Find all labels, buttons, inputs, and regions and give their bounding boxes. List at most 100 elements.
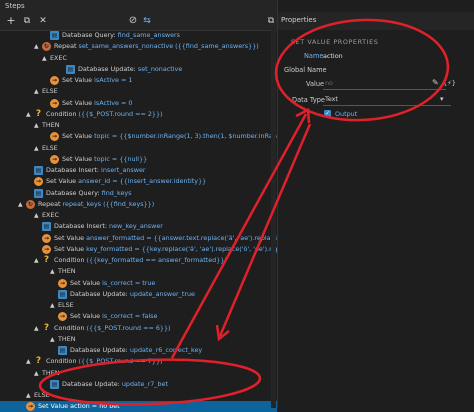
database-icon: ▤ xyxy=(50,379,59,389)
steps-toolbar: + ⧉ ✕ ⊘ ⇆ xyxy=(0,12,277,31)
step-row[interactable]: ▤ Database Update: update_r7_bet xyxy=(0,379,277,390)
step-row[interactable]: ▲ ELSE xyxy=(0,143,277,154)
step-row[interactable]: → Set Value answer_formatted = {{answer.t… xyxy=(0,233,342,244)
step-row[interactable]: ▤ Database Query: find_same_answers xyxy=(0,30,277,41)
step-row[interactable]: ▲? Condition ({{$_POST.round == 6}}) xyxy=(0,323,277,334)
expand-toggle-icon[interactable]: ▲ xyxy=(50,334,56,345)
expand-toggle-icon[interactable]: ▲ xyxy=(50,300,56,311)
step-row[interactable]: ▲? Condition ({{key_formatted == answer_f… xyxy=(0,255,277,266)
set-value-icon: → xyxy=(58,312,67,322)
step-row[interactable]: ▲ EXEC xyxy=(0,210,277,221)
step-row[interactable]: ▤ Database Update: set_nonactive xyxy=(0,64,277,75)
step-type: Set Value xyxy=(70,278,103,287)
condition-icon: ? xyxy=(43,322,50,333)
expand-toggle-icon[interactable]: ▲ xyxy=(26,356,32,367)
step-row[interactable]: ▲ ELSE xyxy=(0,300,277,311)
step-row[interactable]: ▲ THEN xyxy=(0,120,277,131)
step-row[interactable]: ▲ THEN xyxy=(0,266,277,277)
expand-toggle-icon[interactable]: ▲ xyxy=(26,390,32,401)
set-value-icon: → xyxy=(34,177,43,187)
toggle-step-button[interactable]: ⇆ xyxy=(140,14,154,28)
step-type: Database Insert: xyxy=(54,222,110,231)
step-detail: update_r7_bet xyxy=(121,379,168,388)
add-step-button[interactable]: + xyxy=(4,14,18,28)
step-row[interactable]: → Set Value topic = {{$number.inRange(1, … xyxy=(0,131,346,142)
expand-toggle-icon[interactable]: ▲ xyxy=(34,210,40,221)
steps-scrollbar[interactable] xyxy=(271,30,276,408)
step-row[interactable]: ▲ ELSE xyxy=(0,86,277,97)
expand-toggle-icon[interactable]: ▲ xyxy=(34,323,40,334)
expand-toggle-icon[interactable]: ▲ xyxy=(26,109,32,120)
set-value-icon: → xyxy=(50,98,59,108)
expand-toggle-icon[interactable]: ▲ xyxy=(34,368,40,379)
step-row[interactable]: ▲ THEN xyxy=(0,368,277,379)
step-detail: answer_id = {{insert_answer.identity}} xyxy=(78,177,207,186)
step-row[interactable]: ▤ Database Query: find_keys xyxy=(0,188,277,199)
step-type: THEN xyxy=(42,368,60,377)
database-icon: ▤ xyxy=(34,166,43,175)
dynamic-data-icon[interactable]: {⚡} xyxy=(443,79,456,87)
delete-step-button[interactable]: ✕ xyxy=(36,14,50,28)
step-label: Set Value isActive = 1 xyxy=(62,75,132,86)
expand-toggle-icon[interactable]: ▲ xyxy=(18,199,24,210)
step-label: Database Insert: insert_answer xyxy=(46,165,146,176)
step-row[interactable]: ▲ EXEC xyxy=(0,53,277,64)
set-value-icon: → xyxy=(42,233,51,243)
step-row[interactable]: → Set Value answer_id = {{insert_answer.i… xyxy=(0,176,277,187)
step-row[interactable]: ▤ Database Insert: new_key_answer xyxy=(0,221,277,232)
step-row[interactable]: → Set Value isActive = 0 xyxy=(0,98,277,109)
step-label: Condition ({{$_POST.round == 6}}) xyxy=(54,323,171,334)
step-row[interactable]: → Set Value topic = {{null}} xyxy=(0,154,277,165)
step-label: Set Value topic = {{null}} xyxy=(62,154,147,165)
step-row[interactable]: ▲ ELSE xyxy=(0,390,277,401)
step-label: Database Update: update_answer_true xyxy=(70,289,195,300)
step-label: ELSE xyxy=(34,390,50,401)
step-row[interactable]: → Set Value is_correct = true xyxy=(0,278,277,289)
disable-step-button[interactable]: ⊘ xyxy=(126,14,140,28)
name-field[interactable]: action xyxy=(323,52,343,60)
value-input[interactable]: no xyxy=(323,77,446,90)
step-type: Set Value xyxy=(46,177,79,186)
expand-toggle-icon[interactable]: ▲ xyxy=(50,266,56,277)
undock-icon[interactable]: ⧉ xyxy=(264,14,278,28)
step-row[interactable]: ▲ THEN xyxy=(0,334,277,345)
step-type: Database Update: xyxy=(78,64,138,73)
step-row[interactable]: ▲? Condition ({{$_POST.round == 2}}) xyxy=(0,109,277,120)
expand-toggle-icon[interactable]: ▲ xyxy=(34,143,40,154)
expand-toggle-icon[interactable]: ▲ xyxy=(34,120,40,131)
step-detail: update_r6_correct_key xyxy=(129,346,203,354)
expand-toggle-icon[interactable]: ▲ xyxy=(34,255,40,266)
step-label: Condition ({{$_POST.round == 2}}) xyxy=(46,109,163,120)
expand-toggle-icon[interactable]: ▲ xyxy=(34,86,40,97)
set-value-icon: → xyxy=(26,402,35,412)
step-row[interactable]: → Set Value is_correct = false xyxy=(0,311,277,322)
step-row[interactable]: → Set Value isActive = 1 xyxy=(0,75,277,86)
step-detail: update_answer_true xyxy=(129,289,195,298)
step-detail: ({{key_formatted == answer_formatted}}) xyxy=(86,256,227,264)
step-row[interactable]: ▤ Database Update: update_r6_correct_key xyxy=(0,345,277,356)
step-row[interactable]: ▤ Database Update: update_answer_true xyxy=(0,289,277,300)
step-row[interactable]: ▤ Database Insert: insert_answer xyxy=(0,165,277,176)
step-type: Database Query: xyxy=(62,31,118,39)
duplicate-step-button[interactable]: ⧉ xyxy=(20,14,34,28)
step-row[interactable]: → Set Value key_formatted = {{key.replace… xyxy=(0,244,346,255)
step-type: Set Value xyxy=(62,154,95,163)
data-type-select[interactable]: Text xyxy=(323,94,451,106)
step-row[interactable]: ▲ ↻ Repeat set_same_answers_nonactive ({{f… xyxy=(0,41,277,52)
section-title: SET VALUE PROPERTIES xyxy=(291,38,379,46)
expand-toggle-icon[interactable]: ▲ xyxy=(42,53,48,64)
step-label: Repeat repeat_keys ({{find_keys}}) xyxy=(38,199,154,210)
properties-title: Properties xyxy=(281,16,317,24)
set-value-icon: → xyxy=(42,244,51,254)
step-label: THEN xyxy=(42,368,60,379)
step-row[interactable]: ▲ ↻ Repeat repeat_keys ({{find_keys}}) xyxy=(0,199,277,210)
step-label: Database Update: update_r7_bet xyxy=(62,379,168,390)
chevron-down-icon[interactable]: ▾ xyxy=(440,95,444,103)
expand-toggle-icon[interactable]: ▲ xyxy=(34,41,40,52)
step-label: ELSE xyxy=(42,86,58,97)
step-row-selected[interactable]: → Set Value action = no bet xyxy=(0,401,277,412)
output-checkbox[interactable]: ✓ xyxy=(324,110,331,117)
step-row[interactable]: ▲? Condition ({{$_POST.round == 7}}) xyxy=(0,356,277,367)
step-detail: repeat_keys ({{find_keys}}) xyxy=(62,199,155,208)
pencil-icon[interactable]: ✎ xyxy=(432,78,439,87)
